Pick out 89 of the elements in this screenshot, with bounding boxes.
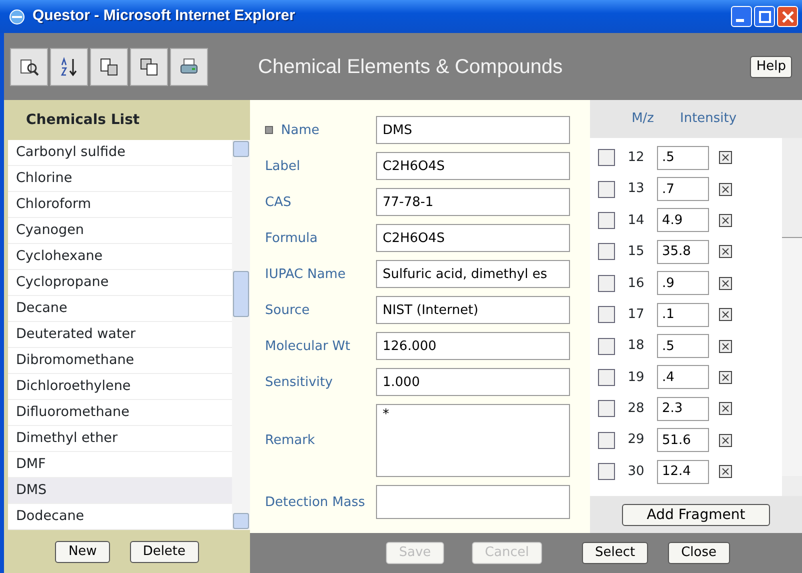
column-header: Intensity	[680, 110, 737, 128]
field-label: IUPAC Name	[265, 266, 346, 282]
mz-value: 16	[626, 274, 646, 292]
field-label: Name	[281, 122, 320, 138]
mz-value: 29	[626, 431, 646, 450]
intensity-field[interactable]: 4.9	[657, 208, 709, 232]
scrollbar[interactable]	[782, 138, 802, 496]
intensity-field[interactable]: 2.3	[657, 396, 709, 421]
checkbox[interactable]	[598, 212, 615, 229]
field-label: Source	[265, 302, 310, 318]
delete-icon[interactable]	[719, 340, 732, 353]
checkbox[interactable]	[598, 368, 615, 386]
paste-icon[interactable]	[130, 48, 168, 86]
intensity-field[interactable]: .1	[657, 302, 709, 327]
list-item[interactable]: DMS	[8, 478, 232, 504]
field-label: Sensitivity	[265, 374, 333, 390]
mz-value: 18	[626, 337, 646, 356]
input-field[interactable]: 126.000	[376, 332, 570, 360]
maximize-button[interactable]	[754, 6, 775, 27]
delete-icon[interactable]	[719, 245, 732, 258]
column-header: M/z	[630, 110, 654, 128]
delete-button[interactable]: Delete	[130, 540, 199, 562]
intensity-field[interactable]: .5	[657, 334, 709, 358]
checkbox[interactable]	[598, 463, 615, 480]
input-field[interactable]: C2H6O4S	[376, 152, 570, 180]
checkbox[interactable]	[598, 432, 615, 449]
search-icon[interactable]	[10, 48, 48, 86]
close-button[interactable]	[777, 6, 798, 27]
window-title: Questor - Microsoft Internet Explorer	[32, 6, 296, 26]
delete-icon[interactable]	[719, 370, 732, 384]
field-label: Remark	[265, 433, 315, 448]
delete-icon[interactable]	[719, 276, 732, 290]
mz-value: 14	[626, 212, 646, 230]
mz-value: 17	[626, 306, 646, 324]
field-label: CAS	[265, 194, 292, 210]
field-label: Molecular Wt	[265, 338, 350, 354]
sort-icon[interactable]	[50, 48, 88, 86]
minimize-icon	[736, 19, 744, 22]
intensity-field[interactable]: .7	[657, 177, 709, 202]
add-fragment-button[interactable]: Add Fragment	[622, 504, 770, 526]
maximize-icon	[758, 10, 770, 22]
input-field[interactable]: DMS	[376, 116, 570, 144]
help-button[interactable]: Help	[750, 56, 792, 78]
minimize-button[interactable]	[731, 6, 752, 27]
input-field[interactable]: C2H6O4S	[376, 224, 570, 252]
close-icon	[782, 10, 794, 22]
mz-value: 30	[626, 462, 646, 481]
checkbox[interactable]	[598, 306, 615, 324]
mz-value: 13	[626, 180, 646, 198]
intensity-field[interactable]: .5	[657, 146, 709, 170]
mz-value: 28	[626, 400, 646, 418]
field-label: Detection Mass	[265, 494, 366, 510]
checkbox[interactable]	[598, 274, 615, 292]
delete-icon[interactable]	[719, 434, 732, 447]
delete-icon[interactable]	[719, 151, 732, 164]
checkbox[interactable]	[598, 338, 615, 355]
copy-icon[interactable]	[90, 48, 128, 86]
field-label: Label	[265, 158, 300, 174]
action-button[interactable]: Select	[582, 542, 648, 564]
list-title: Chemicals List	[25, 110, 141, 130]
intensity-field[interactable]: .9	[657, 271, 709, 296]
remark-field[interactable]: *	[376, 404, 570, 477]
page-title: Chemical Elements & Compounds	[258, 54, 564, 80]
action-button[interactable]: Close	[668, 542, 730, 564]
input-field[interactable]	[376, 485, 570, 519]
input-field[interactable]: 1.000	[376, 368, 570, 396]
checkbox[interactable]	[598, 243, 615, 260]
delete-icon[interactable]	[719, 308, 732, 322]
printer-icon[interactable]	[170, 48, 208, 86]
scrollbar[interactable]	[232, 140, 250, 530]
delete-icon[interactable]	[719, 182, 732, 196]
input-field[interactable]: Sulfuric acid, dimethyl es	[376, 260, 570, 288]
delete-icon[interactable]	[719, 402, 732, 416]
checkbox[interactable]	[598, 149, 615, 166]
mz-value: 15	[626, 243, 646, 262]
intensity-field[interactable]: 51.6	[657, 428, 709, 452]
intensity-field[interactable]: .4	[657, 365, 709, 390]
input-field[interactable]: NIST (Internet)	[376, 296, 570, 324]
mz-value: 19	[626, 368, 646, 387]
new-button[interactable]: New	[55, 540, 110, 562]
input-field[interactable]: 77-78-1	[376, 188, 570, 216]
intensity-field[interactable]: 12.4	[657, 460, 709, 484]
delete-icon[interactable]	[719, 214, 732, 227]
intensity-field[interactable]: 35.8	[657, 240, 709, 264]
checkbox[interactable]	[598, 180, 615, 198]
mz-value: 12	[626, 148, 646, 167]
field-label: Formula	[265, 230, 318, 246]
checkbox[interactable]	[598, 400, 615, 418]
delete-icon[interactable]	[719, 465, 732, 478]
